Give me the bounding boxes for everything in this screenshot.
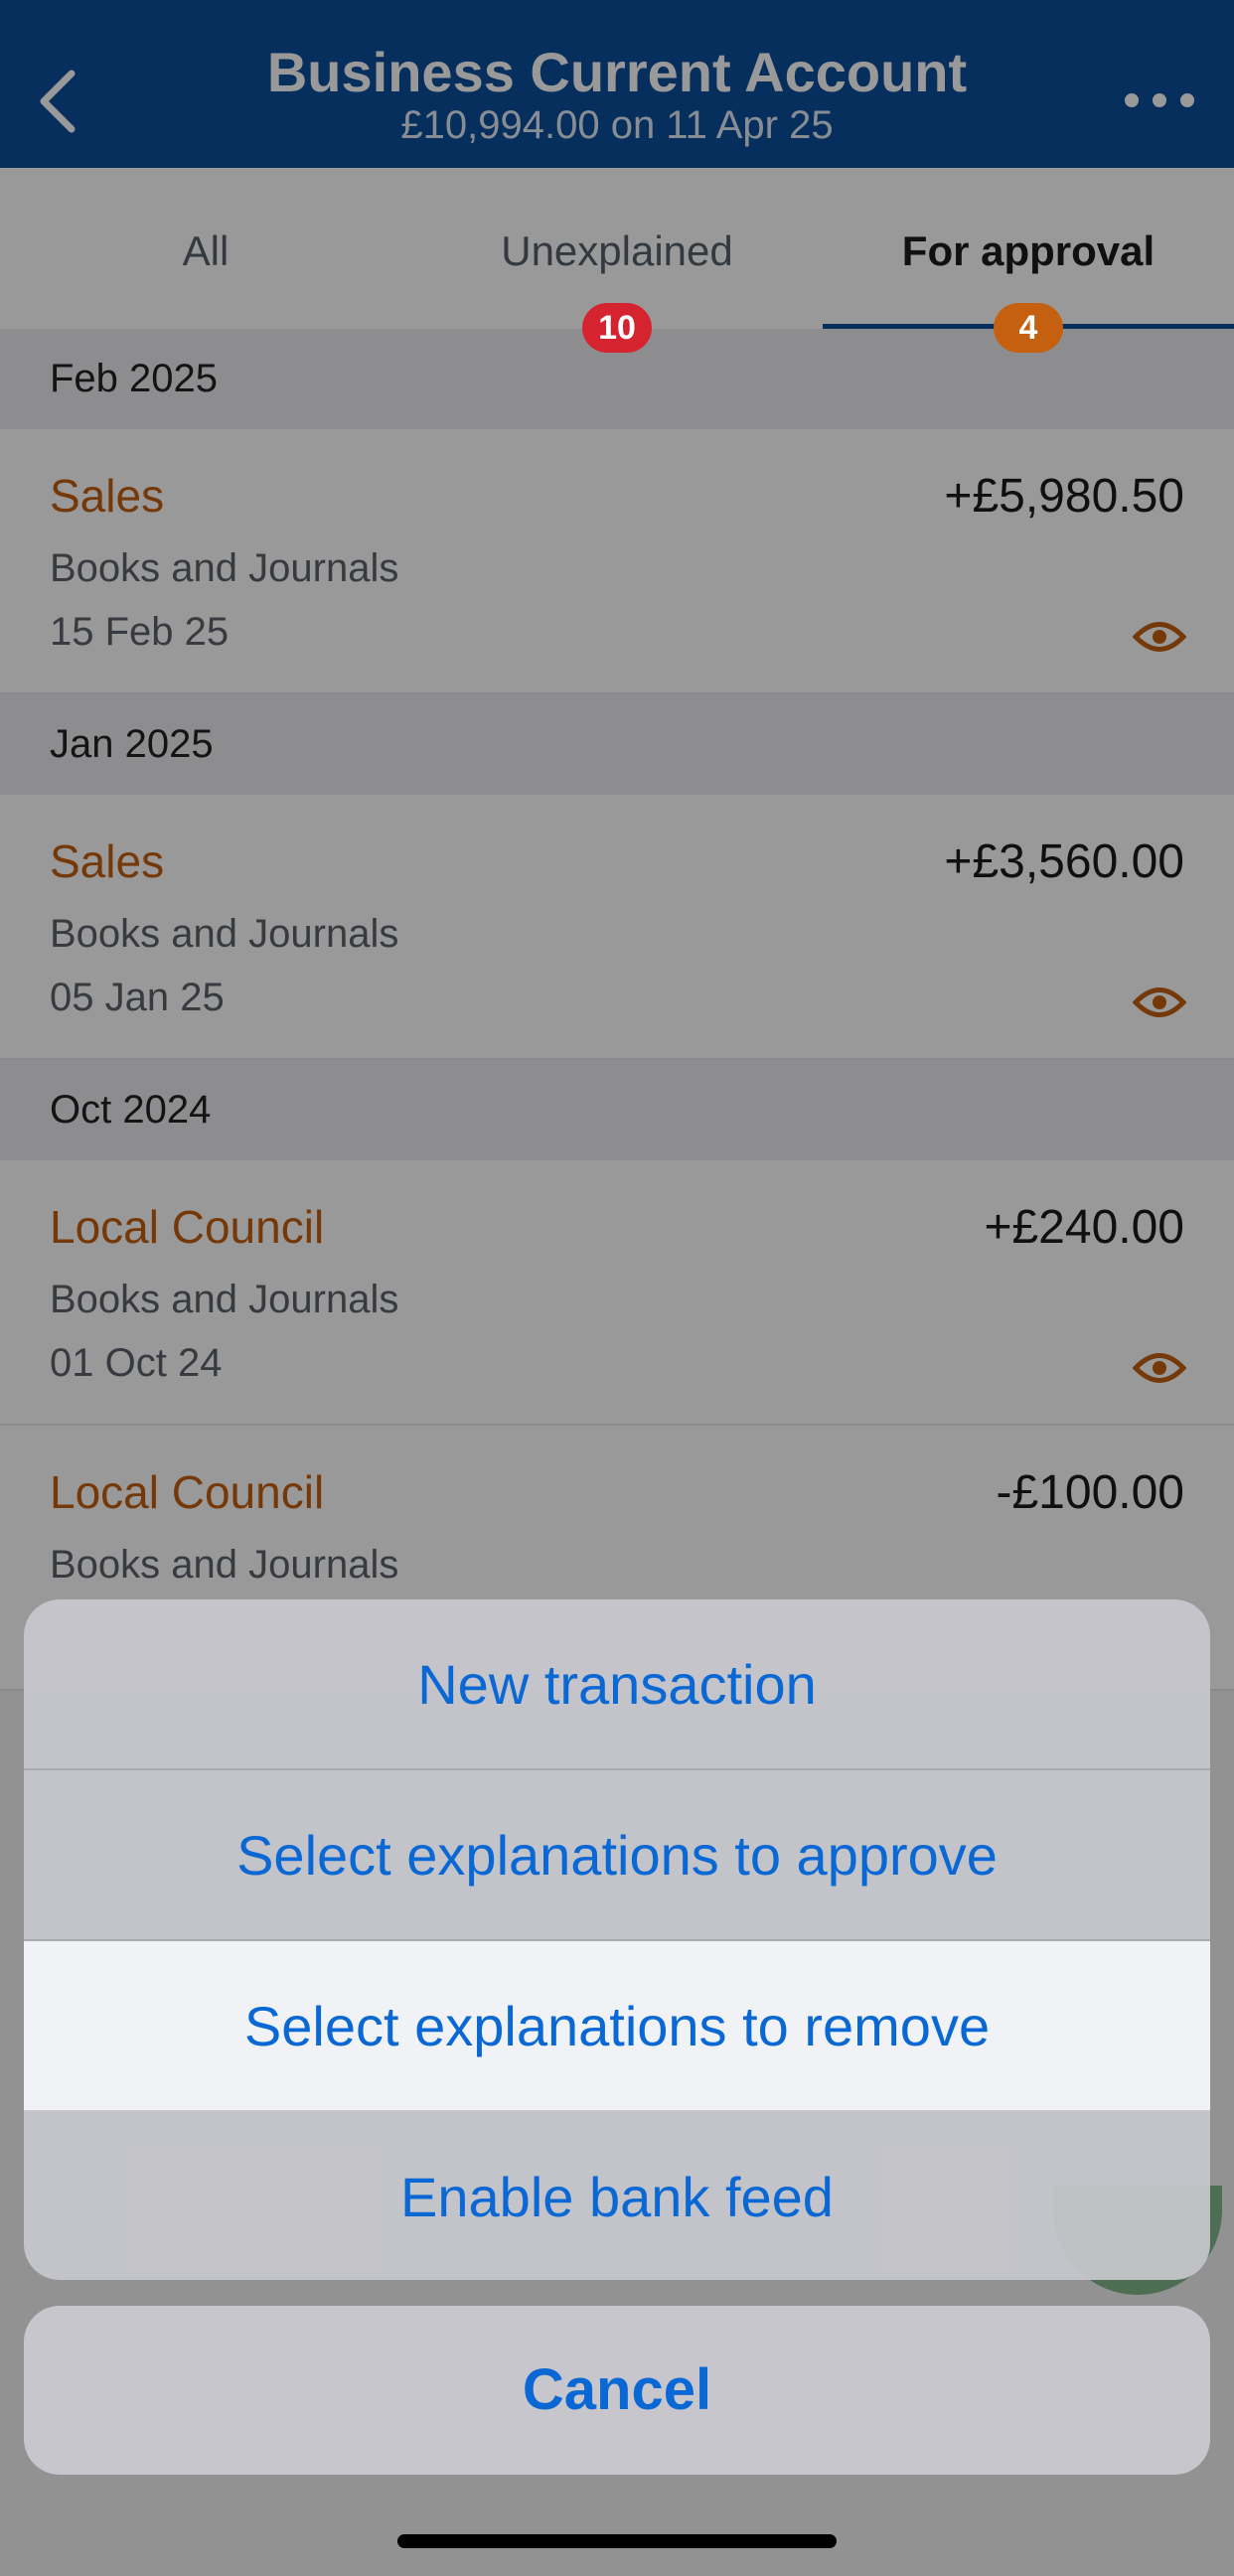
cancel-button[interactable]: Cancel xyxy=(24,2306,1210,2475)
action-sheet: New transaction Select explanations to a… xyxy=(24,1599,1210,2280)
enable-bank-feed-option[interactable]: Enable bank feed xyxy=(24,2112,1210,2280)
home-indicator xyxy=(397,2534,837,2548)
select-to-remove-option[interactable]: Select explanations to remove xyxy=(24,1941,1210,2112)
approval-count-badge: 4 xyxy=(994,303,1063,353)
unexplained-count-badge: 10 xyxy=(582,303,652,353)
new-transaction-option[interactable]: New transaction xyxy=(24,1599,1210,1770)
select-to-approve-option[interactable]: Select explanations to approve xyxy=(24,1770,1210,1941)
